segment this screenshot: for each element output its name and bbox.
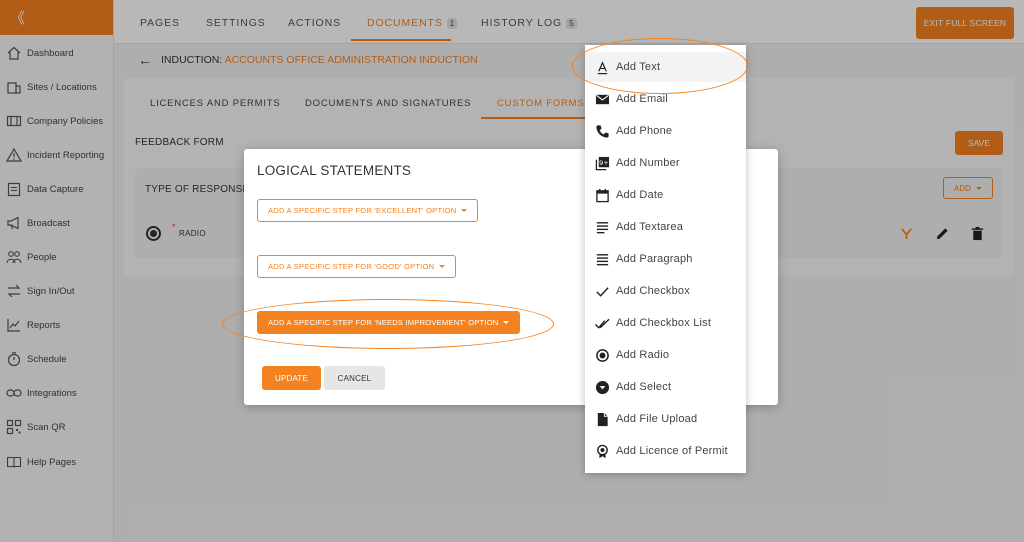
menu-item-label: Add Email [616, 93, 668, 105]
double-check-icon [594, 315, 610, 331]
caret-down-icon [439, 265, 446, 268]
menu-item-add-email[interactable]: Add Email [585, 84, 746, 114]
select-icon [594, 379, 610, 395]
menu-item-label: Add Radio [616, 349, 670, 361]
cancel-button[interactable]: CANCEL [324, 366, 385, 390]
menu-item-label: Add Text [616, 61, 661, 73]
radio-icon [594, 347, 610, 363]
caret-down-icon [503, 321, 510, 324]
caret-down-icon [461, 209, 468, 212]
menu-item-add-select[interactable]: Add Select [585, 372, 746, 402]
excellent-option-button[interactable]: ADD A SPECIFIC STEP FOR 'EXCELLENT' OPTI… [257, 199, 479, 222]
option-label: ADD A SPECIFIC STEP FOR 'EXCELLENT' OPTI… [268, 206, 457, 215]
textarea-icon [594, 219, 610, 235]
phone-icon [594, 123, 610, 139]
good-option-button[interactable]: ADD A SPECIFIC STEP FOR 'GOOD' OPTION [257, 255, 457, 278]
badge-icon [594, 443, 610, 459]
menu-item-add-date[interactable]: Add Date [585, 180, 746, 210]
option-label: ADD A SPECIFIC STEP FOR 'NEEDS IMPROVEME… [268, 318, 499, 327]
menu-item-add-number[interactable]: 9+ Add Number [585, 148, 746, 178]
menu-item-label: Add Licence of Permit [616, 445, 728, 457]
menu-item-label: Add Checkbox List [616, 317, 712, 329]
menu-item-add-textarea[interactable]: Add Textarea [585, 212, 746, 242]
menu-item-add-radio[interactable]: Add Radio [585, 340, 746, 370]
svg-text:9+: 9+ [599, 158, 609, 166]
calendar-icon [594, 187, 610, 203]
menu-item-add-phone[interactable]: Add Phone [585, 116, 746, 146]
menu-item-label: Add File Upload [616, 413, 698, 425]
menu-item-label: Add Checkbox [616, 285, 690, 297]
menu-item-add-checkbox[interactable]: Add Checkbox [585, 276, 746, 306]
menu-item-label: Add Select [616, 381, 672, 393]
menu-item-label: Add Date [616, 189, 664, 201]
add-field-menu: Add Text Add Email Add Phone 9+ Add Numb… [585, 45, 746, 473]
paragraph-icon [594, 251, 610, 267]
needs-improvement-option-button[interactable]: ADD A SPECIFIC STEP FOR 'NEEDS IMPROVEME… [257, 311, 521, 334]
menu-item-add-checkbox-list[interactable]: Add Checkbox List [585, 308, 746, 338]
menu-item-add-paragraph[interactable]: Add Paragraph [585, 244, 746, 274]
modal-title: LOGICAL STATEMENTS [257, 163, 412, 178]
menu-item-add-file-upload[interactable]: Add File Upload [585, 404, 746, 434]
menu-item-label: Add Textarea [616, 221, 684, 233]
file-icon [594, 411, 610, 427]
menu-item-label: Add Paragraph [616, 253, 693, 265]
text-icon [594, 59, 610, 75]
option-label: ADD A SPECIFIC STEP FOR 'GOOD' OPTION [268, 262, 435, 271]
check-icon [594, 283, 610, 299]
email-icon [594, 91, 610, 107]
menu-item-add-licence-of-permit[interactable]: Add Licence of Permit [585, 436, 746, 466]
menu-item-label: Add Number [616, 157, 680, 169]
number-icon: 9+ [594, 155, 610, 171]
menu-item-add-text[interactable]: Add Text [585, 52, 746, 82]
menu-item-label: Add Phone [616, 125, 673, 137]
update-button[interactable]: UPDATE [262, 366, 321, 390]
